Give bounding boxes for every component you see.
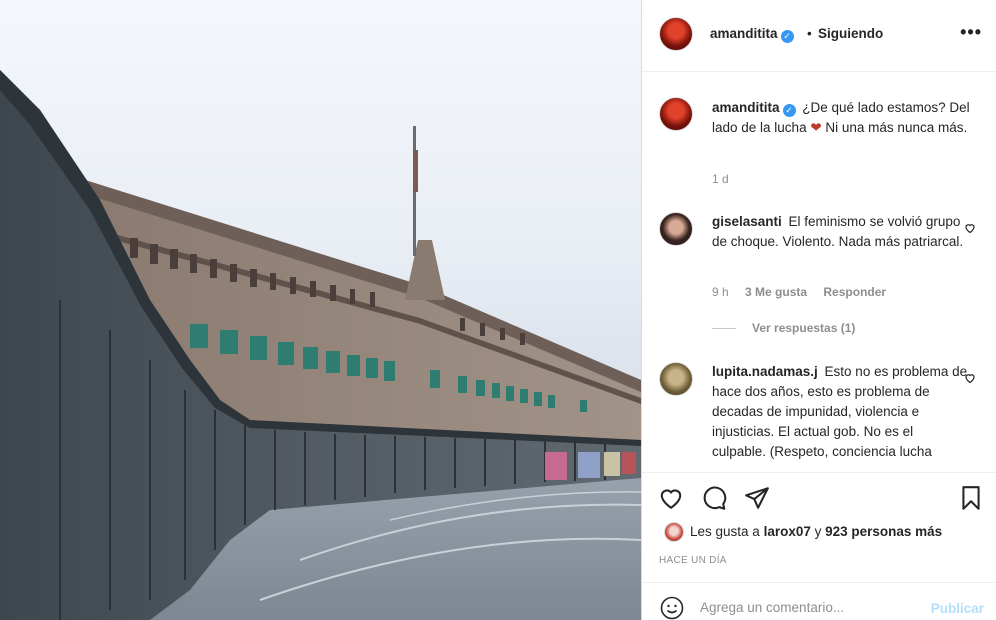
- share-icon[interactable]: [744, 485, 770, 511]
- commenter-avatar[interactable]: [659, 212, 693, 246]
- comment-item: giselasanti El feminismo se volvió grupo…: [712, 212, 970, 252]
- verified-badge-icon: ✓: [780, 30, 794, 43]
- post-header: amanditita ✓ • Siguiendo •••: [642, 0, 996, 72]
- likes-middle: y: [810, 524, 826, 539]
- bookmark-icon[interactable]: [958, 485, 984, 511]
- post-side-panel: amanditita ✓ • Siguiendo ••• amanditita ✓ …: [642, 0, 996, 620]
- verified-badge-icon: ✓: [782, 104, 796, 117]
- more-options-icon[interactable]: •••: [960, 22, 982, 43]
- comment-like-heart-icon[interactable]: [964, 372, 976, 384]
- caption-time[interactable]: 1 d: [712, 172, 729, 186]
- view-replies-button[interactable]: Ver respuestas (1): [712, 321, 855, 335]
- replies-line: [712, 328, 736, 330]
- author-avatar[interactable]: [659, 17, 693, 51]
- palace-fence-image: [0, 70, 641, 620]
- comment-meta: 9 h 3 Me gusta Responder: [712, 285, 899, 299]
- publish-button[interactable]: Publicar: [931, 601, 984, 616]
- following-button[interactable]: Siguiendo: [818, 26, 883, 41]
- emoji-icon[interactable]: [660, 596, 684, 620]
- comment-likes[interactable]: 3 Me gusta: [745, 285, 807, 299]
- post-caption: amanditita ✓ ¿De qué lado estamos? Del la…: [712, 98, 970, 138]
- liker-avatar[interactable]: [664, 522, 684, 542]
- comment-like-heart-icon[interactable]: [964, 222, 976, 234]
- separator-dot: •: [807, 26, 812, 41]
- heart-icon[interactable]: [658, 485, 684, 511]
- post-photo[interactable]: [0, 0, 641, 620]
- commenter-avatar[interactable]: [659, 362, 693, 396]
- caption-avatar[interactable]: [659, 97, 693, 131]
- red-heart-emoji-icon: ❤: [810, 120, 822, 135]
- commenter-username[interactable]: lupita.nadamas.j: [712, 364, 818, 379]
- reply-button[interactable]: Responder: [823, 285, 886, 299]
- caption-username[interactable]: amanditita ✓: [712, 100, 796, 117]
- commenter-username[interactable]: giselasanti: [712, 214, 782, 229]
- add-comment-input[interactable]: [700, 600, 900, 615]
- liker-username[interactable]: larox07: [764, 524, 811, 539]
- post-timestamp[interactable]: HACE UN DÍA: [659, 555, 727, 566]
- likes-count-link[interactable]: 923 personas más: [825, 524, 942, 539]
- likes-prefix: Les gusta a: [690, 524, 764, 539]
- add-comment-row: Publicar: [642, 582, 996, 620]
- post-actions-bar: [642, 472, 996, 524]
- instagram-post-window: amanditita ✓ • Siguiendo ••• amanditita ✓ …: [0, 0, 996, 620]
- author-username[interactable]: amanditita: [710, 26, 778, 41]
- likes-summary: Les gusta a larox07 y 923 personas más: [690, 524, 942, 539]
- comment-icon[interactable]: [701, 485, 727, 511]
- author-username-link[interactable]: amanditita ✓: [710, 26, 794, 43]
- caption-text-end: Ni una más nunca más.: [821, 120, 968, 135]
- comment-item: lupita.nadamas.j Esto no es problema de …: [712, 362, 970, 470]
- comment-time[interactable]: 9 h: [712, 285, 729, 299]
